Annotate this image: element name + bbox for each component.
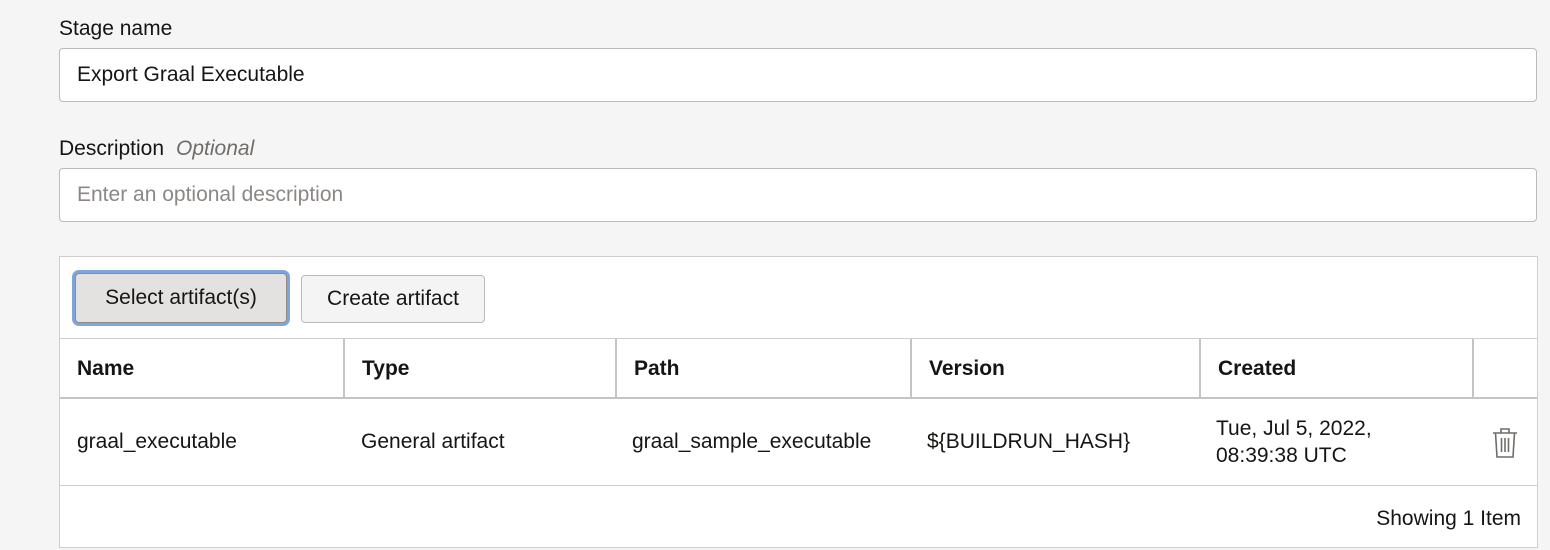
cell-created-time: 08:39:38 UTC [1216,444,1347,467]
column-header-version[interactable]: Version [910,339,1200,398]
cell-version: ${BUILDRUN_HASH} [927,430,1131,453]
select-artifacts-button[interactable]: Select artifact(s) [75,273,287,323]
description-label-text: Description [59,137,165,160]
column-header-created[interactable]: Created [1199,339,1473,398]
cell-created: Tue, Jul 5, 2022, 08:39:38 UTC [1199,399,1372,485]
column-header-actions [1472,339,1537,398]
table-header: Name Type Path Version Created [60,338,1537,399]
create-artifact-button[interactable]: Create artifact [301,275,485,323]
column-header-type[interactable]: Type [343,339,615,398]
cell-type: General artifact [361,430,505,453]
artifacts-panel: Select artifact(s) Create artifact Name … [59,256,1538,548]
stage-name-label: Stage name [59,17,172,41]
description-label: Description Optional [59,137,254,161]
cell-name: graal_executable [77,430,237,453]
trash-icon[interactable] [1492,427,1518,459]
cell-path: graal_sample_executable [632,430,872,453]
column-header-name[interactable]: Name [60,339,344,398]
column-header-path[interactable]: Path [615,339,910,398]
table-footer-count: Showing 1 Item [1376,507,1521,530]
description-input[interactable] [59,168,1537,222]
table-row: graal_executable General artifact graal_… [60,399,1537,486]
cell-created-date: Tue, Jul 5, 2022, [1216,417,1372,440]
artifacts-table: Name Type Path Version Created graal_exe… [60,338,1537,486]
optional-tag: Optional [176,137,255,160]
stage-name-label-text: Stage name [59,17,173,40]
stage-name-input[interactable] [59,48,1537,102]
